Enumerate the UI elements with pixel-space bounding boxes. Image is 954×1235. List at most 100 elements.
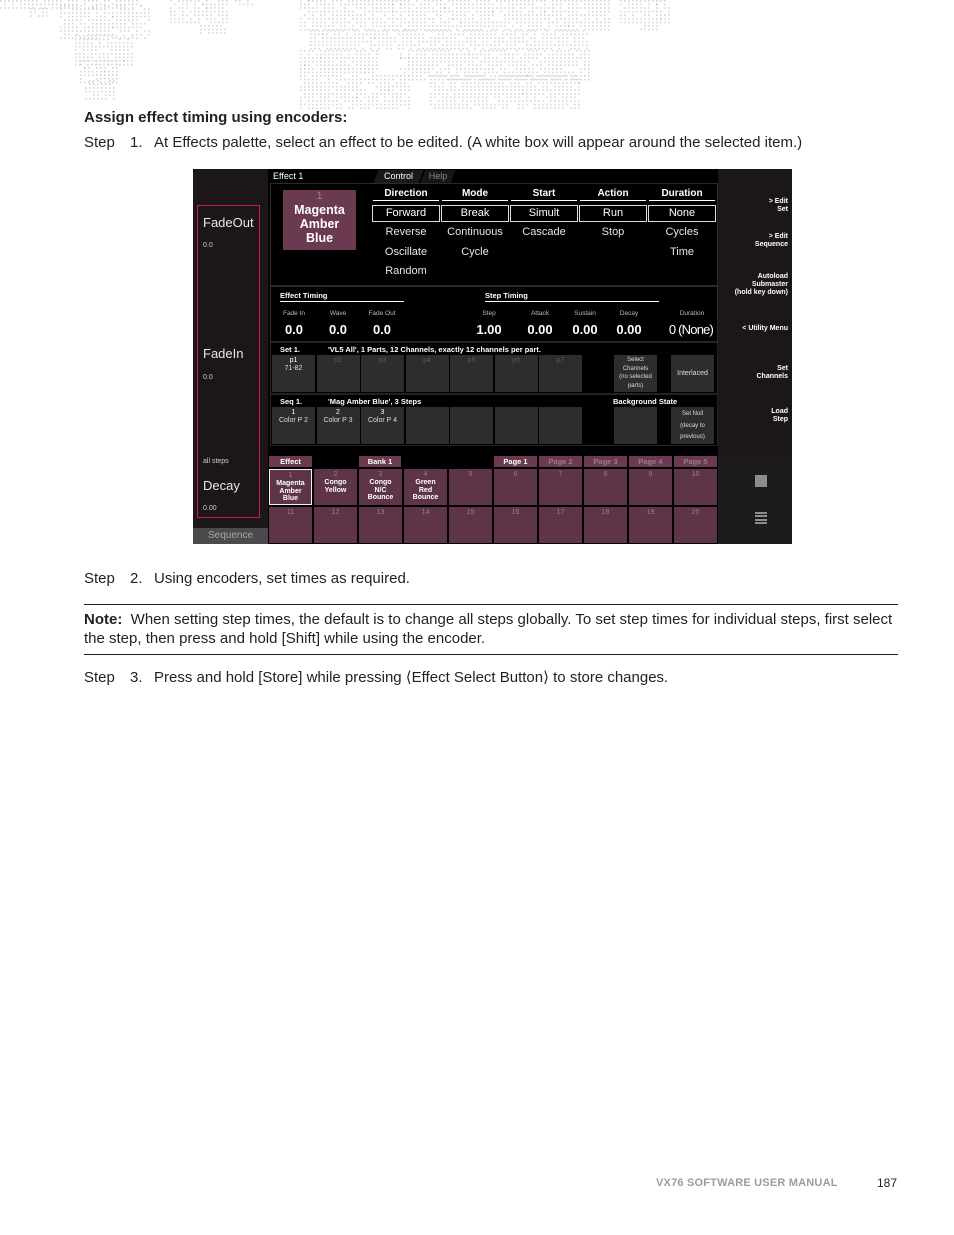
effect-timing-value[interactable]: 0.0: [274, 322, 314, 337]
step-timing-value[interactable]: 0 (None): [663, 322, 719, 337]
palette-cell[interactable]: 3 Congo N/C Bounce: [359, 469, 402, 505]
set-part-cell[interactable]: p2: [316, 355, 360, 392]
stop-square-icon[interactable]: [755, 475, 767, 487]
page-tab[interactable]: Page 1: [494, 456, 537, 467]
map-dot: [222, 7, 224, 9]
map-dot: [502, 85, 504, 88]
option-selected[interactable]: Forward: [372, 205, 440, 222]
background-state-cell[interactable]: [614, 407, 657, 444]
map-dot: [132, 3, 134, 6]
page-tab[interactable]: Page 5: [674, 456, 717, 467]
palette-cell[interactable]: 10: [674, 469, 717, 505]
step-timing-value[interactable]: 0.00: [609, 322, 649, 337]
palette-cell[interactable]: 2 Congo Yellow: [314, 469, 357, 505]
palette-cell[interactable]: 16: [494, 507, 537, 543]
palette-cell[interactable]: 8: [584, 469, 627, 505]
palette-cell[interactable]: 14: [404, 507, 447, 543]
palette-cell[interactable]: 20: [674, 507, 717, 543]
sequence-empty-cell[interactable]: [539, 407, 582, 444]
option-item[interactable]: Time: [648, 242, 716, 262]
softkey-button[interactable]: Load Step: [771, 408, 788, 424]
page-tab[interactable]: Page 3: [584, 456, 627, 467]
select-channels-button[interactable]: Select Channels (no selected parts): [614, 355, 657, 392]
softkey-button[interactable]: > Edit Sequence: [755, 233, 788, 249]
map-dot: [416, 21, 418, 24]
palette-cell[interactable]: 4 Green Red Bounce: [404, 469, 447, 505]
palette-cell[interactable]: 19: [629, 507, 672, 543]
set-part-cell[interactable]: p1 71-82: [272, 355, 315, 392]
option-item[interactable]: Cycle: [441, 242, 509, 262]
map-dot: [178, 18, 180, 20]
palette-cell[interactable]: 15: [449, 507, 492, 543]
option-item[interactable]: Stop: [579, 222, 647, 242]
sequence-empty-cell[interactable]: [405, 407, 449, 444]
option-item[interactable]: Continuous: [441, 222, 509, 242]
sequence-step-cell[interactable]: 2 Color P 3: [316, 407, 360, 444]
effect-timing-value[interactable]: 0.0: [362, 322, 402, 337]
set-part-cell[interactable]: p4: [405, 355, 449, 392]
palette-cell[interactable]: 9: [629, 469, 672, 505]
set-part-cell[interactable]: p7: [539, 355, 582, 392]
map-dot: [544, 68, 546, 70]
list-icon[interactable]: [755, 512, 767, 524]
effect-timing-value[interactable]: 0.0: [318, 322, 358, 337]
map-dot: [446, 100, 448, 102]
sequence-empty-cell[interactable]: [494, 407, 538, 444]
sequence-step-cell[interactable]: 3 Color P 4: [361, 407, 404, 444]
option-item[interactable]: Reverse: [372, 222, 440, 242]
map-dot: [544, 14, 546, 16]
map-dot: [488, 60, 490, 63]
sequence-step-cell[interactable]: 1 Color P 2: [272, 407, 315, 444]
step-timing-value[interactable]: 0.00: [520, 322, 560, 337]
option-selected[interactable]: Break: [441, 205, 509, 222]
map-dot: [538, 89, 540, 91]
map-dot: [92, 74, 94, 76]
softkey-button[interactable]: Autoload Submaster (hold key down): [735, 273, 788, 297]
interlaced-button[interactable]: Interlaced: [671, 355, 714, 392]
step-timing-value[interactable]: 0.00: [565, 322, 605, 337]
sequence-empty-cell[interactable]: [450, 407, 493, 444]
option-selected[interactable]: Run: [579, 205, 647, 222]
map-dot: [444, 7, 446, 9]
set-null-button[interactable]: Set Null (decay to previous): [671, 407, 714, 444]
option-item[interactable]: Cycles: [648, 222, 716, 242]
tab-control[interactable]: Control: [373, 170, 424, 183]
map-dot: [79, 42, 81, 44]
sequence-tab[interactable]: Sequence: [193, 528, 268, 544]
softkey-button[interactable]: < Utility Menu: [742, 325, 788, 333]
map-dot: [60, 3, 62, 6]
option-item[interactable]: Oscillate: [372, 242, 440, 262]
note-label: Note:: [84, 611, 123, 628]
option-selected[interactable]: None: [648, 205, 716, 222]
option-selected[interactable]: Simult: [510, 205, 578, 222]
step-timing-value[interactable]: 1.00: [469, 322, 509, 337]
map-dot: [474, 33, 476, 36]
bank-tag[interactable]: Bank 1: [359, 456, 401, 467]
set-part-cell[interactable]: p6: [494, 355, 538, 392]
map-dot: [372, 10, 374, 13]
map-dot: [644, 18, 646, 20]
softkey-button[interactable]: Set Channels: [756, 365, 788, 381]
page-tab[interactable]: Page 4: [629, 456, 672, 467]
palette-cell[interactable]: 1 Magenta Amber Blue: [269, 469, 312, 505]
palette-cell[interactable]: 6: [494, 469, 537, 505]
softkey-button[interactable]: > Edit Set: [769, 198, 788, 214]
set-part-cell[interactable]: p3: [361, 355, 404, 392]
map-dot: [476, 75, 478, 77]
palette-cell[interactable]: 5: [449, 469, 492, 505]
map-dot: [412, 50, 414, 52]
palette-cell[interactable]: 13: [359, 507, 402, 543]
page-tab[interactable]: Page 2: [539, 456, 582, 467]
option-column-header: Start: [511, 188, 577, 201]
palette-cell[interactable]: 7: [539, 469, 582, 505]
option-item[interactable]: Random: [372, 261, 440, 281]
set-part-cell[interactable]: p5: [450, 355, 493, 392]
option-item[interactable]: Cascade: [510, 222, 578, 242]
palette-cell[interactable]: 18: [584, 507, 627, 543]
tab-help[interactable]: Help: [420, 170, 456, 183]
map-dot: [446, 93, 448, 95]
effect-name-tile[interactable]: 1 Magenta Amber Blue: [283, 190, 356, 250]
palette-cell[interactable]: 17: [539, 507, 582, 543]
palette-cell[interactable]: 11: [269, 507, 312, 543]
palette-cell[interactable]: 12: [314, 507, 357, 543]
